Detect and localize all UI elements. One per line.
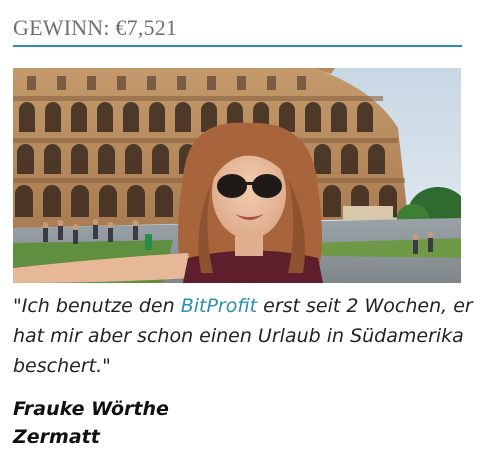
tourist-head [92, 219, 99, 225]
bitprofit-link[interactable]: BitProfit [181, 295, 257, 317]
tourist [73, 230, 78, 244]
colosseum-arch [152, 144, 169, 174]
sunglasses-lens-left [217, 174, 247, 198]
tourist-head [72, 224, 79, 230]
colosseum-arch [123, 102, 139, 132]
tourist-head [42, 222, 49, 228]
tourist-head [132, 220, 139, 226]
tourist-head [412, 234, 419, 240]
colosseum-arch [125, 144, 142, 174]
testimonial-quote: "Ich benutze den BitProfit erst seit 2 W… [13, 291, 473, 381]
colosseum-arch [45, 102, 61, 132]
open-quote: " [13, 295, 22, 317]
colosseum-arch [357, 102, 373, 132]
sunglasses-lens-right [252, 174, 282, 198]
sunglasses-bridge [245, 182, 254, 185]
colosseum-window [57, 76, 66, 90]
tourist [43, 228, 48, 242]
tourist [133, 226, 138, 240]
testimonial-card: GEWINN: €7,521 "Ich benutze den BitProfi… [0, 0, 488, 464]
testimonial-photo [13, 68, 461, 283]
colosseum-window [177, 76, 186, 90]
colosseum-arch [155, 185, 173, 217]
colosseum-arch [15, 185, 33, 217]
colosseum-arch [149, 102, 165, 132]
colosseum-arch [175, 102, 191, 132]
colosseum-arch [97, 102, 113, 132]
author-city: Zermatt [13, 426, 100, 448]
tourist [428, 238, 433, 252]
tourist-head [107, 222, 114, 228]
colosseum-window [207, 76, 216, 90]
colosseum-arch [305, 102, 321, 132]
tourist-head [427, 232, 434, 238]
kiosk [343, 206, 393, 220]
colosseum-window [27, 76, 36, 90]
colosseum-arch [44, 144, 61, 174]
close-quote: " [102, 355, 111, 377]
heading-divider [13, 45, 462, 47]
colosseum-arch [98, 144, 115, 174]
colosseum-window [147, 76, 156, 90]
tourist-head [57, 220, 64, 226]
colosseum-window [267, 76, 276, 90]
colosseum-arch [341, 144, 358, 174]
colosseum-arch [331, 102, 347, 132]
winnings-heading: GEWINN: €7,521 [13, 14, 463, 42]
winnings-amount: €7,521 [115, 15, 178, 40]
author-name: Frauke Wörthe [13, 398, 169, 420]
colosseum-arch [99, 185, 117, 217]
author-block: Frauke Wörthe Zermatt [13, 395, 473, 451]
colosseum-arch [43, 185, 61, 217]
colosseum-window [87, 76, 96, 90]
tourist [145, 234, 152, 250]
colosseum-arch [71, 185, 89, 217]
tourist [93, 225, 98, 239]
tourist [58, 226, 63, 240]
colosseum-arch [71, 144, 88, 174]
tourist [413, 240, 418, 254]
colosseum-arch [368, 144, 385, 174]
colosseum-window [117, 76, 126, 90]
colosseum-arch [314, 144, 331, 174]
colosseum-arch [17, 144, 34, 174]
selfie-colosseum-image [13, 68, 461, 283]
colosseum-arch [19, 102, 35, 132]
colosseum-arch [71, 102, 87, 132]
winnings-label: GEWINN: [13, 15, 110, 40]
colosseum-arch [323, 185, 341, 217]
colosseum-arch [127, 185, 145, 217]
quote-text-before: Ich benutze den [21, 295, 181, 317]
colosseum-arch [279, 102, 295, 132]
colosseum-window [297, 76, 306, 90]
colosseum-window [237, 76, 246, 90]
tourist [108, 228, 113, 242]
